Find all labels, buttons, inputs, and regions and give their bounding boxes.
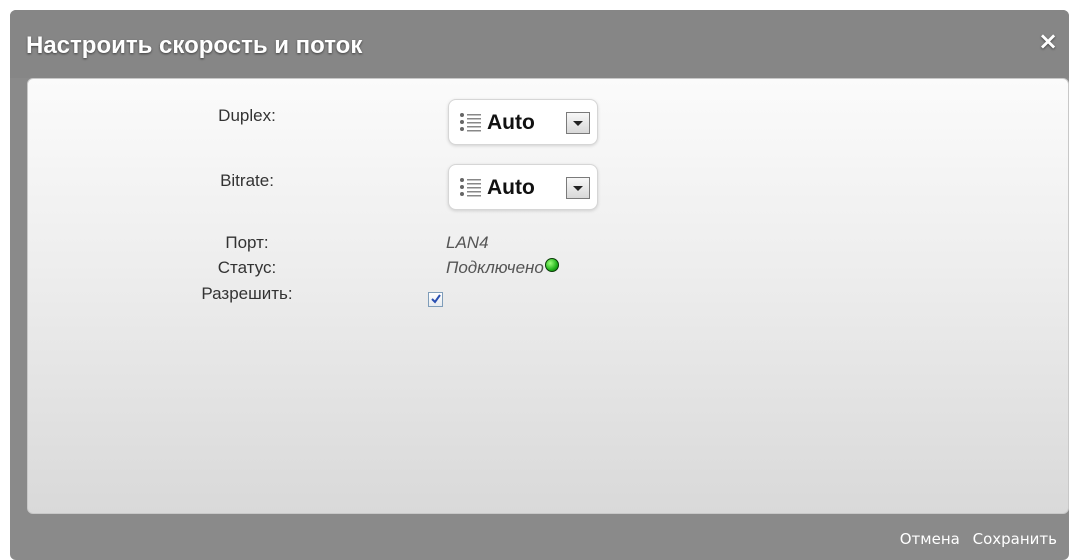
save-button[interactable]: Сохранить [973, 530, 1057, 548]
port-label: Порт: [225, 233, 269, 252]
dialog-footer: Отмена Сохранить [892, 530, 1057, 548]
dialog-titlebar: Настроить скорость и поток × [10, 10, 1069, 78]
port-value: LAN4 [446, 233, 489, 252]
close-icon[interactable]: × [1035, 28, 1061, 54]
dialog-title: Настроить скорость и поток [26, 32, 363, 59]
duplex-select[interactable]: Auto [448, 99, 598, 145]
bitrate-label: Bitrate: [220, 171, 274, 190]
duplex-label: Duplex: [218, 106, 276, 125]
list-icon [460, 113, 481, 132]
dialog: Настроить скорость и поток × Отмена Сохр… [10, 10, 1069, 560]
cancel-button[interactable]: Отмена [900, 530, 960, 548]
duplex-value: Auto [487, 111, 535, 134]
enable-checkbox[interactable] [428, 292, 443, 307]
chevron-down-icon[interactable] [566, 177, 590, 199]
bitrate-select[interactable]: Auto [448, 164, 598, 210]
bitrate-value: Auto [487, 176, 535, 199]
status-value-wrap: Подключено [446, 258, 559, 278]
enable-label: Разрешить: [201, 284, 293, 303]
checkmark-icon [431, 294, 441, 304]
list-icon [460, 178, 481, 197]
status-label: Статус: [217, 258, 277, 277]
status-dot-icon [544, 258, 559, 272]
chevron-down-icon[interactable] [566, 112, 590, 134]
status-value: Подключено [446, 258, 544, 277]
